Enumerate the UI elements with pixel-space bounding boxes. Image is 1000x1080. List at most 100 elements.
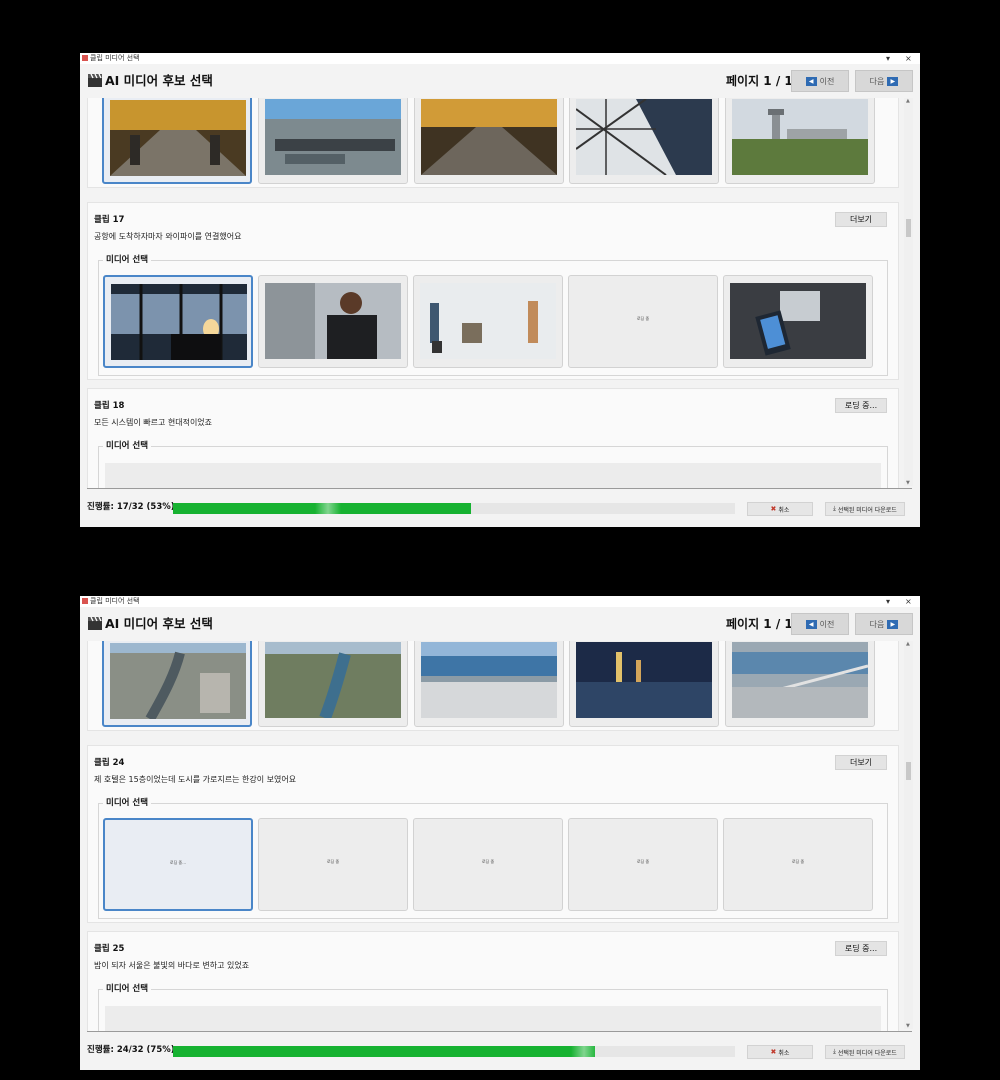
clip-script: 제 호텔은 15층이었는데 도시를 가로지르는 한강이 보였어요 <box>94 775 297 784</box>
scroll-up-icon[interactable]: ▲ <box>906 641 910 647</box>
vertical-scrollbar[interactable]: ▲ ▼ <box>904 98 913 486</box>
clapperboard-icon <box>88 617 102 630</box>
media-option-loading[interactable]: 로딩 중 <box>568 275 718 368</box>
clip-card: 클립 25 밤이 되자 서울은 불빛의 바다로 변하고 있었죠 로딩 중... … <box>87 931 899 1031</box>
vertical-scrollbar[interactable]: ▲ ▼ <box>904 641 913 1029</box>
cancel-label: 취소 <box>778 506 790 514</box>
bay-city-image <box>421 642 557 718</box>
scroll-down-icon[interactable]: ▼ <box>906 480 910 486</box>
next-label: 다음 <box>869 76 885 86</box>
prev-page-button[interactable]: ◀ 이전 <box>791 70 849 92</box>
media-option[interactable] <box>569 641 719 727</box>
progress-bar <box>173 1046 735 1057</box>
media-option-loading[interactable]: 로딩 중... <box>103 818 253 911</box>
airport-aerial-image <box>265 99 401 175</box>
clapperboard-icon <box>88 74 102 87</box>
window-title: 클립 미디어 선택 <box>90 54 140 62</box>
app-icon <box>82 598 88 604</box>
minimize-icon[interactable]: ▾ <box>886 596 890 607</box>
group-title: 미디어 선택 <box>103 441 152 452</box>
header: AI 미디어 후보 선택 페이지 1 / 1 ◀ 이전 다음 ▶ <box>80 607 920 641</box>
clip-card: 클립 24 제 호텔은 15층이었는데 도시를 가로지르는 한강이 보였어요 더… <box>87 745 899 923</box>
airport-hall-image <box>110 100 246 176</box>
progress-shine <box>315 503 341 514</box>
download-button[interactable]: ⤓ 선택된 미디어 다운로드 <box>825 502 905 516</box>
media-option[interactable] <box>414 641 564 727</box>
man-with-phone-image <box>265 283 401 359</box>
page-indicator: 페이지 1 / 1 <box>726 617 793 631</box>
right-arrow-icon: ▶ <box>887 76 899 86</box>
river-aerial-image <box>265 642 401 718</box>
scroll-down-icon[interactable]: ▼ <box>906 1023 910 1029</box>
left-arrow-icon: ◀ <box>805 76 817 86</box>
download-icon: ⤓ <box>833 505 836 512</box>
scrollbar-thumb[interactable] <box>906 762 911 780</box>
media-option[interactable] <box>103 275 253 368</box>
media-option[interactable] <box>725 641 875 727</box>
clip-card: 클립 18 모든 시스템이 빠르고 현대적이었죠 로딩 중... 미디어 선택 <box>87 388 899 488</box>
clip-label: 클립 17 <box>94 215 125 225</box>
header: AI 미디어 후보 선택 페이지 1 / 1 ◀ 이전 다음 ▶ <box>80 64 920 98</box>
cancel-label: 취소 <box>778 1049 790 1057</box>
loading-text: 로딩 중 <box>326 859 340 864</box>
clip-card-previous <box>87 98 899 188</box>
clip-card-previous <box>87 641 899 731</box>
download-icon: ⤓ <box>833 1048 836 1055</box>
media-option[interactable] <box>102 98 252 184</box>
prev-label: 이전 <box>819 76 835 86</box>
media-option-loading[interactable]: 로딩 중 <box>723 818 873 911</box>
media-option[interactable] <box>725 98 875 184</box>
app-icon <box>82 55 88 61</box>
cancel-button[interactable]: ✖ 취소 <box>747 502 813 516</box>
media-option[interactable] <box>258 98 408 184</box>
cancel-icon: ✖ <box>770 505 777 513</box>
close-icon[interactable]: × <box>905 53 912 64</box>
media-loading-area <box>105 463 881 488</box>
loading-button[interactable]: 로딩 중... <box>835 398 887 413</box>
media-option[interactable] <box>413 275 563 368</box>
more-button[interactable]: 더보기 <box>835 212 887 227</box>
media-option[interactable] <box>258 275 408 368</box>
media-select-group: 미디어 선택 <box>98 255 888 376</box>
scrollbar-thumb[interactable] <box>906 219 911 237</box>
footer: 진행률: 17/32 (53%) ✖ 취소 ⤓ 선택된 미디어 다운로드 <box>80 489 920 527</box>
media-option-loading[interactable]: 로딩 중 <box>413 818 563 911</box>
media-option[interactable] <box>258 641 408 727</box>
left-arrow-icon: ◀ <box>805 619 817 629</box>
travelers-image <box>420 283 556 359</box>
page-indicator: 페이지 1 / 1 <box>726 74 793 88</box>
prev-page-button[interactable]: ◀ 이전 <box>791 613 849 635</box>
control-tower-image <box>732 99 868 175</box>
phone-qr-image <box>730 283 866 359</box>
media-option[interactable] <box>569 98 719 184</box>
media-option[interactable] <box>723 275 873 368</box>
progress-label: 진행률: 17/32 (53%) <box>87 502 175 512</box>
media-option[interactable] <box>414 98 564 184</box>
page-title: AI 미디어 후보 선택 <box>105 73 213 88</box>
media-option-loading[interactable]: 로딩 중 <box>258 818 408 911</box>
download-button[interactable]: ⤓ 선택된 미디어 다운로드 <box>825 1045 905 1059</box>
night-city-image <box>576 642 712 718</box>
media-option[interactable] <box>102 641 252 727</box>
loading-button[interactable]: 로딩 중... <box>835 941 887 956</box>
clip-script: 모든 시스템이 빠르고 현대적이었죠 <box>94 418 213 427</box>
download-label: 선택된 미디어 다운로드 <box>837 1049 897 1057</box>
clip-script: 공항에 도착하자마자 와이파이를 연결했어요 <box>94 232 242 241</box>
minimize-icon[interactable]: ▾ <box>886 53 890 64</box>
clip-label: 클립 18 <box>94 401 125 411</box>
loading-text: 로딩 중 <box>636 316 650 321</box>
loading-text: 로딩 중 <box>636 859 650 864</box>
group-title: 미디어 선택 <box>103 798 152 809</box>
prev-label: 이전 <box>819 619 835 629</box>
cancel-button[interactable]: ✖ 취소 <box>747 1045 813 1059</box>
window-title: 클립 미디어 선택 <box>90 597 140 605</box>
media-loading-area <box>105 1006 881 1031</box>
window-titlebar: 클립 미디어 선택 ▾ × <box>80 53 920 64</box>
next-page-button[interactable]: 다음 ▶ <box>855 70 913 92</box>
close-icon[interactable]: × <box>905 596 912 607</box>
more-button[interactable]: 더보기 <box>835 755 887 770</box>
scroll-up-icon[interactable]: ▲ <box>906 98 910 104</box>
media-option-loading[interactable]: 로딩 중 <box>568 818 718 911</box>
next-page-button[interactable]: 다음 ▶ <box>855 613 913 635</box>
download-label: 선택된 미디어 다운로드 <box>837 506 897 514</box>
